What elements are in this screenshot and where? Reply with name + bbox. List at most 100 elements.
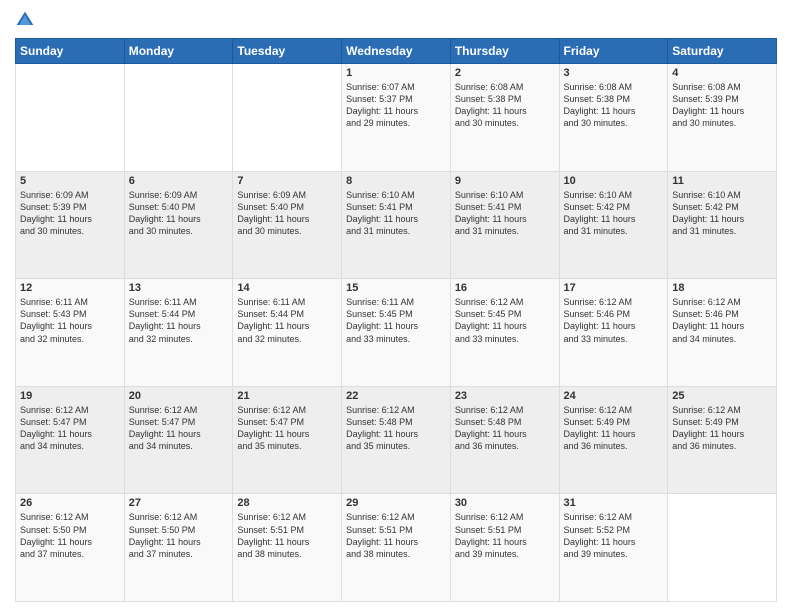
day-info: Sunrise: 6:11 AM Sunset: 5:43 PM Dayligh… (20, 296, 120, 345)
day-info: Sunrise: 6:12 AM Sunset: 5:46 PM Dayligh… (564, 296, 664, 345)
calendar-cell: 31Sunrise: 6:12 AM Sunset: 5:52 PM Dayli… (559, 494, 668, 602)
calendar-cell: 17 Sunrise: 6:12 AM Sunset: 5:46 PM Dayli… (559, 279, 668, 387)
day-number: 9 (455, 175, 555, 187)
calendar-cell: 27 Sunrise: 6:12 AM Sunset: 5:50 PM Dayli… (124, 494, 233, 602)
calendar-cell: 8 Sunrise: 6:10 AM Sunset: 5:41 PM Daylig… (342, 171, 451, 279)
week-row-1: 1 Sunrise: 6:07 AM Sunset: 5:37 PM Daylig… (16, 64, 777, 172)
day-info: Sunrise: 6:12 AM Sunset: 5:48 PM Dayligh… (455, 404, 555, 453)
calendar-cell: 2 Sunrise: 6:08 AM Sunset: 5:38 PM Daylig… (450, 64, 559, 172)
day-number: 11 (672, 175, 772, 187)
day-info: Sunrise: 6:08 AM Sunset: 5:39 PM Dayligh… (672, 81, 772, 130)
day-number: 2 (455, 67, 555, 79)
weekday-header-tuesday: Tuesday (233, 39, 342, 64)
day-info: Sunrise: 6:08 AM Sunset: 5:38 PM Dayligh… (455, 81, 555, 130)
day-number: 15 (346, 282, 446, 294)
day-number: 16 (455, 282, 555, 294)
calendar-cell: 6 Sunrise: 6:09 AM Sunset: 5:40 PM Daylig… (124, 171, 233, 279)
day-number: 19 (20, 390, 120, 402)
weekday-header-saturday: Saturday (668, 39, 777, 64)
week-row-5: 26 Sunrise: 6:12 AM Sunset: 5:50 PM Dayli… (16, 494, 777, 602)
day-info: Sunrise: 6:09 AM Sunset: 5:40 PM Dayligh… (237, 189, 337, 238)
day-info: Sunrise: 6:12 AM Sunset: 5:45 PM Dayligh… (455, 296, 555, 345)
day-info: Sunrise: 6:12 AM Sunset: 5:47 PM Dayligh… (237, 404, 337, 453)
day-number: 3 (564, 67, 664, 79)
day-info: Sunrise: 6:10 AM Sunset: 5:41 PM Dayligh… (455, 189, 555, 238)
day-number: 18 (672, 282, 772, 294)
calendar-cell: 1 Sunrise: 6:07 AM Sunset: 5:37 PM Daylig… (342, 64, 451, 172)
calendar-cell: 21 Sunrise: 6:12 AM Sunset: 5:47 PM Dayli… (233, 386, 342, 494)
day-number: 23 (455, 390, 555, 402)
calendar-cell: 3Sunrise: 6:08 AM Sunset: 5:38 PM Daylig… (559, 64, 668, 172)
day-number: 21 (237, 390, 337, 402)
week-row-3: 12 Sunrise: 6:11 AM Sunset: 5:43 PM Dayli… (16, 279, 777, 387)
calendar-cell: 20Sunrise: 6:12 AM Sunset: 5:47 PM Dayli… (124, 386, 233, 494)
day-info: Sunrise: 6:10 AM Sunset: 5:41 PM Dayligh… (346, 189, 446, 238)
calendar-cell: 24 Sunrise: 6:12 AM Sunset: 5:49 PM Dayli… (559, 386, 668, 494)
day-info: Sunrise: 6:12 AM Sunset: 5:49 PM Dayligh… (672, 404, 772, 453)
day-info: Sunrise: 6:09 AM Sunset: 5:39 PM Dayligh… (20, 189, 120, 238)
day-info: Sunrise: 6:11 AM Sunset: 5:44 PM Dayligh… (237, 296, 337, 345)
day-number: 14 (237, 282, 337, 294)
day-number: 1 (346, 67, 446, 79)
day-info: Sunrise: 6:12 AM Sunset: 5:47 PM Dayligh… (129, 404, 229, 453)
day-number: 28 (237, 497, 337, 509)
day-info: Sunrise: 6:10 AM Sunset: 5:42 PM Dayligh… (564, 189, 664, 238)
day-number: 7 (237, 175, 337, 187)
day-info: Sunrise: 6:11 AM Sunset: 5:45 PM Dayligh… (346, 296, 446, 345)
day-info: Sunrise: 6:12 AM Sunset: 5:46 PM Dayligh… (672, 296, 772, 345)
day-number: 4 (672, 67, 772, 79)
logo-icon (15, 10, 35, 30)
page: SundayMondayTuesdayWednesdayThursdayFrid… (0, 0, 792, 612)
calendar-cell: 26 Sunrise: 6:12 AM Sunset: 5:50 PM Dayli… (16, 494, 125, 602)
day-info: Sunrise: 6:09 AM Sunset: 5:40 PM Dayligh… (129, 189, 229, 238)
calendar-cell: 14 Sunrise: 6:11 AM Sunset: 5:44 PM Dayli… (233, 279, 342, 387)
calendar-cell: 10Sunrise: 6:10 AM Sunset: 5:42 PM Dayli… (559, 171, 668, 279)
calendar-cell: 19 Sunrise: 6:12 AM Sunset: 5:47 PM Dayli… (16, 386, 125, 494)
day-info: Sunrise: 6:12 AM Sunset: 5:50 PM Dayligh… (129, 511, 229, 560)
weekday-header-monday: Monday (124, 39, 233, 64)
day-number: 30 (455, 497, 555, 509)
day-number: 12 (20, 282, 120, 294)
day-number: 5 (20, 175, 120, 187)
day-number: 25 (672, 390, 772, 402)
calendar-cell (16, 64, 125, 172)
day-info: Sunrise: 6:12 AM Sunset: 5:47 PM Dayligh… (20, 404, 120, 453)
day-info: Sunrise: 6:11 AM Sunset: 5:44 PM Dayligh… (129, 296, 229, 345)
day-number: 8 (346, 175, 446, 187)
weekday-header-thursday: Thursday (450, 39, 559, 64)
day-info: Sunrise: 6:12 AM Sunset: 5:51 PM Dayligh… (346, 511, 446, 560)
calendar-cell: 15 Sunrise: 6:11 AM Sunset: 5:45 PM Dayli… (342, 279, 451, 387)
day-number: 24 (564, 390, 664, 402)
day-number: 13 (129, 282, 229, 294)
calendar-cell: 13 Sunrise: 6:11 AM Sunset: 5:44 PM Dayli… (124, 279, 233, 387)
day-info: Sunrise: 6:12 AM Sunset: 5:50 PM Dayligh… (20, 511, 120, 560)
calendar-cell: 11 Sunrise: 6:10 AM Sunset: 5:42 PM Dayli… (668, 171, 777, 279)
calendar-cell: 16 Sunrise: 6:12 AM Sunset: 5:45 PM Dayli… (450, 279, 559, 387)
day-number: 22 (346, 390, 446, 402)
header (15, 10, 777, 30)
day-info: Sunrise: 6:07 AM Sunset: 5:37 PM Dayligh… (346, 81, 446, 130)
calendar-cell (124, 64, 233, 172)
weekday-header-sunday: Sunday (16, 39, 125, 64)
day-number: 17 (564, 282, 664, 294)
day-number: 26 (20, 497, 120, 509)
calendar-cell (668, 494, 777, 602)
week-row-2: 5 Sunrise: 6:09 AM Sunset: 5:39 PM Daylig… (16, 171, 777, 279)
calendar-cell (233, 64, 342, 172)
calendar-cell: 5 Sunrise: 6:09 AM Sunset: 5:39 PM Daylig… (16, 171, 125, 279)
calendar-cell: 9 Sunrise: 6:10 AM Sunset: 5:41 PM Daylig… (450, 171, 559, 279)
day-number: 29 (346, 497, 446, 509)
day-number: 27 (129, 497, 229, 509)
weekday-header-wednesday: Wednesday (342, 39, 451, 64)
day-info: Sunrise: 6:10 AM Sunset: 5:42 PM Dayligh… (672, 189, 772, 238)
logo (15, 10, 39, 30)
day-info: Sunrise: 6:12 AM Sunset: 5:49 PM Dayligh… (564, 404, 664, 453)
day-number: 6 (129, 175, 229, 187)
calendar-cell: 23 Sunrise: 6:12 AM Sunset: 5:48 PM Dayli… (450, 386, 559, 494)
calendar-cell: 12 Sunrise: 6:11 AM Sunset: 5:43 PM Dayli… (16, 279, 125, 387)
day-info: Sunrise: 6:12 AM Sunset: 5:51 PM Dayligh… (455, 511, 555, 560)
weekday-header-friday: Friday (559, 39, 668, 64)
calendar-cell: 22Sunrise: 6:12 AM Sunset: 5:48 PM Dayli… (342, 386, 451, 494)
calendar-cell: 4 Sunrise: 6:08 AM Sunset: 5:39 PM Daylig… (668, 64, 777, 172)
calendar-cell: 29 Sunrise: 6:12 AM Sunset: 5:51 PM Dayli… (342, 494, 451, 602)
